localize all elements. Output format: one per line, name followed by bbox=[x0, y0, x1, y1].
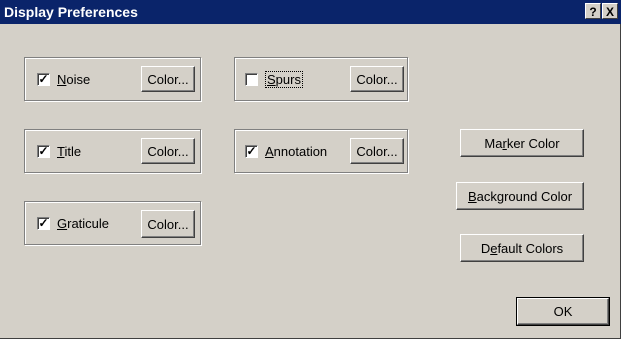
spurs-color-button[interactable]: Color... bbox=[350, 66, 404, 92]
graticule-label: Graticule bbox=[57, 215, 110, 231]
noise-label: Noise bbox=[57, 71, 91, 87]
dialog-title: Display Preferences bbox=[4, 4, 138, 20]
title-bar: Display Preferences ? X bbox=[0, 0, 621, 24]
title-label: Title bbox=[57, 143, 82, 159]
annotation-group: ✓ Annotation Color... bbox=[234, 129, 408, 173]
graticule-check-mark-icon: ✓ bbox=[38, 215, 49, 230]
background-color-button[interactable]: Background Color bbox=[456, 182, 584, 210]
close-button[interactable]: X bbox=[602, 3, 618, 19]
annotation-check-mark-icon: ✓ bbox=[246, 143, 257, 158]
graticule-color-button[interactable]: Color... bbox=[141, 210, 195, 238]
noise-checkbox[interactable]: ✓ bbox=[37, 71, 50, 86]
display-preferences-dialog: Display Preferences ? X ✓ Noise Color...… bbox=[0, 0, 621, 339]
graticule-checkbox-row[interactable]: ✓ Graticule bbox=[37, 202, 109, 244]
default-colors-button[interactable]: De fault Colors bbox=[460, 234, 584, 262]
noise-checkbox-row[interactable]: ✓ Noise bbox=[37, 58, 90, 100]
noise-check-mark-icon: ✓ bbox=[38, 71, 49, 86]
title-check-mark-icon: ✓ bbox=[38, 143, 49, 158]
help-button[interactable]: ? bbox=[585, 3, 601, 19]
noise-group: ✓ Noise Color... bbox=[24, 57, 201, 101]
title-group: ✓ Title Color... bbox=[24, 129, 201, 173]
noise-color-button[interactable]: Color... bbox=[141, 66, 195, 92]
graticule-checkbox[interactable]: ✓ bbox=[37, 215, 50, 230]
spurs-group: Spurs Color... bbox=[234, 57, 408, 101]
graticule-group: ✓ Graticule Color... bbox=[24, 201, 201, 245]
spurs-label: Spurs bbox=[265, 70, 303, 88]
annotation-checkbox-row[interactable]: ✓ Annotation bbox=[245, 130, 327, 172]
spurs-checkbox[interactable] bbox=[245, 72, 258, 86]
marker-color-button[interactable]: Ma r ker Color bbox=[460, 129, 584, 157]
title-color-button[interactable]: Color... bbox=[141, 138, 195, 164]
title-checkbox[interactable]: ✓ bbox=[37, 143, 50, 158]
title-checkbox-row[interactable]: ✓ Title bbox=[37, 130, 81, 172]
annotation-color-button[interactable]: Color... bbox=[350, 138, 404, 164]
annotation-checkbox[interactable]: ✓ bbox=[245, 143, 258, 158]
ok-button[interactable]: OK bbox=[516, 297, 610, 326]
annotation-label: Annotation bbox=[265, 143, 328, 159]
spurs-checkbox-row[interactable]: Spurs bbox=[245, 58, 303, 100]
